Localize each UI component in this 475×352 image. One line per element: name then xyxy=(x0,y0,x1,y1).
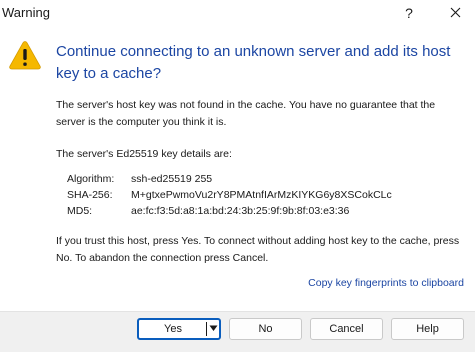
sha256-label: SHA-256: xyxy=(67,189,113,201)
chevron-down-icon[interactable] xyxy=(209,325,218,332)
copy-fingerprints-link[interactable]: Copy key fingerprints to clipboard xyxy=(308,277,464,289)
split-divider xyxy=(206,322,207,336)
key-details-intro: The server's Ed25519 key details are: xyxy=(56,148,232,160)
help-button[interactable]: Help xyxy=(391,318,464,340)
instructions-text: If you trust this host, press Yes. To co… xyxy=(56,235,460,264)
title-bar: Warning ? xyxy=(0,0,475,27)
help-title-button[interactable]: ? xyxy=(397,1,421,25)
dialog-heading: Continue connecting to an unknown server… xyxy=(56,43,451,82)
warning-icon xyxy=(9,41,41,70)
yes-button-label[interactable]: Yes xyxy=(139,320,207,338)
algorithm-label: Algorithm: xyxy=(67,173,115,185)
algorithm-value: ssh-ed25519 255 xyxy=(131,173,213,185)
close-icon xyxy=(450,7,461,18)
host-key-warning-text: The server's host key was not found in t… xyxy=(56,99,436,128)
close-button[interactable] xyxy=(440,1,472,25)
window-title: Warning xyxy=(2,5,50,20)
warning-dialog: Warning ? Continue connecting to an unkn… xyxy=(0,0,475,352)
no-button[interactable]: No xyxy=(229,318,302,340)
yes-split-button[interactable]: Yes xyxy=(137,318,221,340)
md5-value: ae:fc:f3:5d:a8:1a:bd:24:3b:25:9f:9b:8f:0… xyxy=(131,205,350,217)
md5-label: MD5: xyxy=(67,205,93,217)
cancel-button[interactable]: Cancel xyxy=(310,318,383,340)
sha256-value: M+gtxePwmoVu2rY8PMAtnfIArMzKIYKG6y8XSCok… xyxy=(131,189,392,201)
